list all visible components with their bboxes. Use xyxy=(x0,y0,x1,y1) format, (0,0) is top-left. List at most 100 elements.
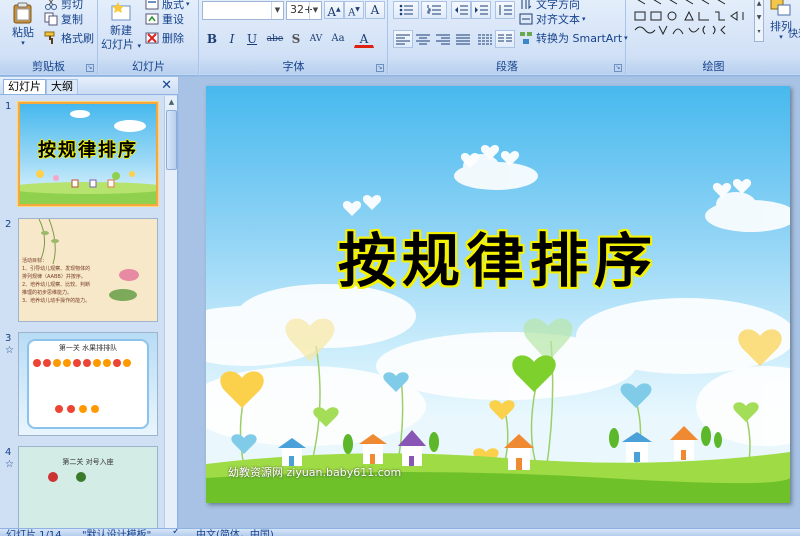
font-color-label: A xyxy=(359,32,369,46)
smartart-icon xyxy=(519,31,533,45)
align-text-button[interactable]: 对齐文本 ▾ xyxy=(519,11,586,27)
slides-group: 新建 幻灯片 ▾ 版式 ▾ 重设 删除 幻灯片 xyxy=(99,0,199,76)
slides-group-label: 幻灯片 xyxy=(99,60,198,74)
clear-formatting-button[interactable]: A xyxy=(365,1,385,19)
copy-button[interactable]: 复制 xyxy=(44,11,83,27)
slide-title[interactable]: 按规律排序 xyxy=(206,214,790,298)
ribbon: 粘贴 ▾ 剪切 复制 格式刷 剪贴板 ↘ 新建 幻灯片 ▾ 版式 ▾ 重设 删除… xyxy=(0,0,800,76)
thumb-1-decoration xyxy=(20,110,156,204)
clipboard-icon xyxy=(13,2,32,24)
bullets-icon xyxy=(399,4,413,16)
bullets-button[interactable] xyxy=(393,1,419,19)
text-direction-icon xyxy=(519,0,533,11)
chevron-down-icon[interactable]: ▼ xyxy=(271,2,283,19)
slide-number: 1 xyxy=(5,101,12,112)
shapes-gallery[interactable] xyxy=(633,0,751,44)
close-icon[interactable]: ✕ xyxy=(161,78,172,93)
reset-button[interactable]: 重设 xyxy=(145,11,184,27)
quick-styles-label: 快速 xyxy=(788,28,800,40)
shapes-scroll[interactable]: ▲ ▼ ▾ xyxy=(754,0,764,42)
status-bar: 幻灯片 1/14 "默认设计模板" ✓ 中文(简体，中国) xyxy=(0,528,800,536)
convert-smartart-button[interactable]: 转换为 SmartArt ▾ xyxy=(519,30,628,46)
font-size-combo[interactable]: 32+ ▼ xyxy=(286,1,322,20)
new-slide-label-2-wrap: 幻灯片 ▾ xyxy=(101,38,141,53)
font-group: ▼ 32+ ▼ A▲ A▼ A B I U abe S AV Aa A 字体 ↘ xyxy=(200,0,388,76)
grow-font-button[interactable]: A▲ xyxy=(324,1,344,19)
bold-label: B xyxy=(206,32,218,46)
chevron-down-icon: ▾ xyxy=(21,39,25,47)
character-spacing-button[interactable]: AV xyxy=(306,30,326,48)
animation-star-icon: ☆ xyxy=(5,345,14,356)
paste-label: 粘贴 xyxy=(12,26,34,39)
paragraph-group-label: 段落 xyxy=(389,60,625,74)
align-center-button[interactable] xyxy=(413,30,433,48)
justify-button[interactable] xyxy=(453,30,473,48)
new-slide-button[interactable]: 新建 幻灯片 ▾ xyxy=(101,0,141,53)
clipboard-dialog-launcher[interactable]: ↘ xyxy=(86,64,94,72)
theme-name[interactable]: "默认设计模板" xyxy=(82,529,151,536)
slides-panel: 幻灯片 大纲 ✕ 1 按规律排序 2 活动目标： 1、引导幼儿观察、发现物体的 … xyxy=(0,77,178,528)
align-right-button[interactable] xyxy=(433,30,453,48)
new-slide-label-1: 新建 xyxy=(110,24,132,37)
quick-styles-button[interactable]: 快速 xyxy=(788,24,800,40)
columns-button[interactable] xyxy=(495,30,515,48)
font-group-label: 字体 xyxy=(200,60,387,74)
delete-slide-button[interactable]: 删除 xyxy=(145,30,184,46)
thumb-4-fruits xyxy=(48,472,86,482)
arrange-icon xyxy=(770,0,791,16)
justify-icon xyxy=(456,34,470,45)
chevron-down-icon[interactable]: ▼ xyxy=(309,2,321,19)
align-left-icon xyxy=(396,34,410,45)
chevron-down-icon: ▾ xyxy=(582,15,586,23)
line-spacing-button[interactable] xyxy=(495,1,515,19)
spellcheck-icon[interactable]: ✓ xyxy=(172,529,180,536)
font-dialog-launcher[interactable]: ↘ xyxy=(376,64,384,72)
tab-outline-label: 大纲 xyxy=(51,80,73,93)
shrink-font-button[interactable]: A▼ xyxy=(344,1,364,19)
align-right-icon xyxy=(436,34,450,45)
language[interactable]: 中文(简体，中国) xyxy=(196,529,274,536)
drawing-group-label: 绘图 xyxy=(627,60,800,74)
thumbnail-scrollbar[interactable]: ▲ xyxy=(164,96,177,528)
slide-thumbnail-1[interactable]: 按规律排序 xyxy=(18,102,158,206)
tab-slides[interactable]: 幻灯片 xyxy=(3,79,46,94)
font-name-combo[interactable]: ▼ xyxy=(202,1,284,20)
slide-thumbnail-3[interactable]: 第一关 水果排排队 xyxy=(18,332,158,436)
paragraph-group: 文字方向 对齐文本 ▾ 转换为 SmartArt ▾ 段落 ↘ xyxy=(389,0,628,76)
indent-icon xyxy=(475,5,488,15)
convert-smartart-label: 转换为 SmartArt xyxy=(536,32,623,45)
align-left-button[interactable] xyxy=(393,30,413,48)
format-painter-button[interactable]: 格式刷 xyxy=(44,30,94,46)
text-shadow-button[interactable]: S xyxy=(286,30,306,48)
grow-font-label: A xyxy=(327,5,337,19)
shapes-gallery-icon xyxy=(634,0,744,36)
decrease-indent-button[interactable] xyxy=(451,1,471,19)
thumb-2-text: 活动目标： 1、引导幼儿观察、发现物体的 排列规律（AABB）并按序。 2、培养… xyxy=(22,257,122,305)
paste-button[interactable]: 粘贴 ▾ xyxy=(6,2,40,47)
slide-editing-area: 按规律排序 幼教资源网 ziyuan.baby611.com xyxy=(179,77,800,528)
copy-label: 复制 xyxy=(61,13,83,26)
strikethrough-button[interactable]: abe xyxy=(262,30,288,48)
new-slide-label-2: 幻灯片 xyxy=(101,38,134,51)
increase-indent-button[interactable] xyxy=(471,1,491,19)
slide-thumbnail-2[interactable]: 活动目标： 1、引导幼儿观察、发现物体的 排列规律（AABB）并按序。 2、培养… xyxy=(18,218,158,322)
scroll-up-icon[interactable]: ▲ xyxy=(166,96,177,108)
thumbnail-list[interactable]: 1 按规律排序 2 活动目标： 1、引导幼儿观察、发现物体的 排列规律（AABB… xyxy=(0,96,164,528)
underline-button[interactable]: U xyxy=(242,30,262,48)
tab-outline[interactable]: 大纲 xyxy=(46,79,78,94)
paragraph-dialog-launcher[interactable]: ↘ xyxy=(614,64,622,72)
slide-number: 3 xyxy=(5,333,12,344)
bold-button[interactable]: B xyxy=(202,30,222,48)
paintbrush-icon xyxy=(44,31,58,45)
change-case-button[interactable]: Aa xyxy=(328,30,348,48)
outdent-icon xyxy=(455,5,468,15)
numbering-button[interactable] xyxy=(421,1,447,19)
font-color-button[interactable]: A xyxy=(354,30,374,48)
slide-thumbnail-4[interactable]: 第二关 对号入座 xyxy=(18,446,158,528)
numbering-icon xyxy=(427,5,441,15)
distribute-button[interactable] xyxy=(475,30,495,48)
current-slide[interactable]: 按规律排序 幼教资源网 ziyuan.baby611.com xyxy=(206,86,790,503)
italic-button[interactable]: I xyxy=(222,30,242,48)
scroll-thumb[interactable] xyxy=(166,110,177,170)
thumb-3-fruits xyxy=(33,359,131,413)
